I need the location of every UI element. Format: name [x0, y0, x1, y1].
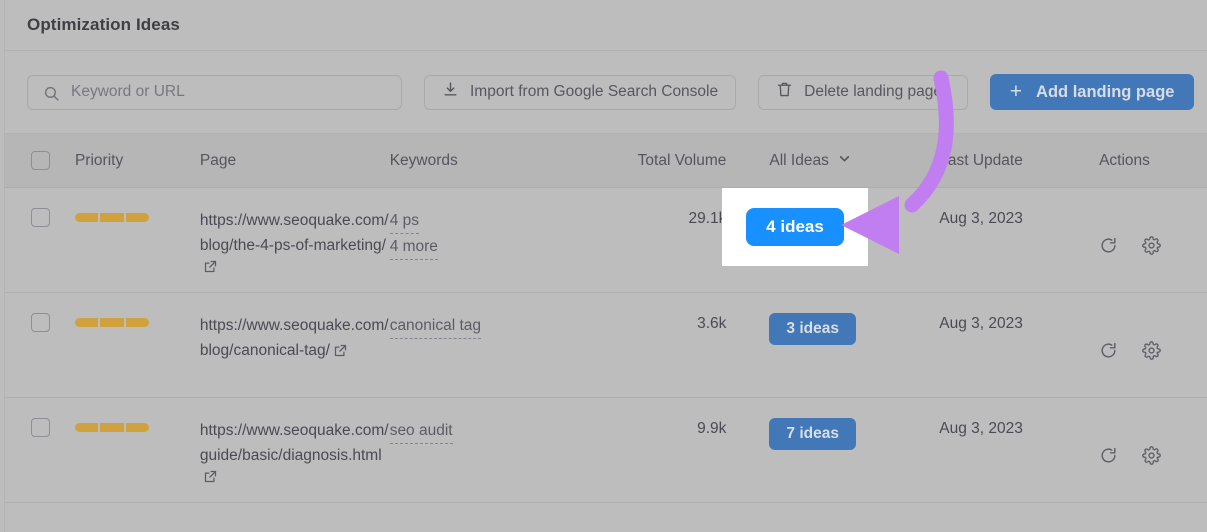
actions-cell	[1099, 418, 1207, 470]
optimization-ideas-card: Optimization Ideas Keyword or URL Import…	[4, 0, 1207, 532]
search-box[interactable]	[27, 74, 402, 110]
keywords-cell: 4 ps 4 more	[389, 208, 620, 260]
row-checkbox[interactable]	[31, 313, 50, 332]
ideas-cell: 3 ideas	[744, 313, 939, 345]
keywords-cell: seo audit	[389, 418, 620, 444]
last-update-cell: Aug 3, 2023	[939, 313, 1099, 335]
total-volume-value: 29.1k	[688, 210, 727, 227]
column-header-page: Page	[199, 151, 237, 169]
delete-landing-pages-label: Delete landing pages	[804, 83, 950, 100]
total-volume-cell: 9.9k	[619, 418, 744, 440]
total-volume-value: 9.9k	[697, 420, 727, 437]
row-select-cell	[5, 208, 75, 227]
import-from-gsc-label: Import from Google Search Console	[470, 83, 719, 100]
keyword-link[interactable]: 4 more	[389, 234, 438, 260]
row-checkbox[interactable]	[31, 418, 50, 437]
select-all-checkbox[interactable]	[31, 151, 50, 170]
keyword-link[interactable]: 4 ps	[389, 208, 419, 234]
table-body: https://www.seoquake.com/blog/the-4-ps-o…	[5, 188, 1207, 503]
priority-cell	[74, 418, 200, 432]
priority-bar	[74, 318, 200, 327]
select-all-cell	[5, 151, 75, 170]
row-checkbox[interactable]	[31, 208, 50, 227]
last-update-value: Aug 3, 2023	[939, 315, 1023, 332]
last-update-value: Aug 3, 2023	[939, 210, 1023, 227]
ideas-filter-label: All Ideas	[769, 151, 829, 169]
priority-bar	[74, 213, 200, 222]
keyword-link[interactable]: canonical tag	[389, 313, 482, 339]
page-cell: https://www.seoquake.com/blog/canonical-…	[200, 313, 390, 363]
refresh-icon[interactable]	[1099, 341, 1118, 365]
chevron-down-icon	[838, 152, 851, 170]
gear-icon[interactable]	[1142, 446, 1161, 470]
search-icon	[43, 85, 60, 102]
table-header-row: Priority Page Keywords Total Volume All …	[5, 134, 1207, 188]
highlight-spotlight: 4 ideas	[722, 188, 868, 266]
refresh-icon[interactable]	[1099, 236, 1118, 260]
table-row: https://www.seoquake.com/blog/the-4-ps-o…	[5, 188, 1207, 293]
external-link-icon[interactable]	[333, 343, 348, 363]
keywords-cell: canonical tag	[389, 313, 620, 339]
plus-icon: +	[1009, 79, 1023, 103]
gear-icon[interactable]	[1142, 236, 1161, 260]
optimization-ideas-screen: Optimization Ideas Keyword or URL Import…	[0, 0, 1207, 532]
ideas-badge[interactable]: 3 ideas	[769, 313, 856, 345]
total-volume-value: 3.6k	[697, 315, 727, 332]
column-header-actions: Actions	[1099, 151, 1150, 169]
actions-cell	[1099, 313, 1207, 365]
column-header-total-volume: Total Volume	[637, 151, 727, 169]
add-landing-page-label: Add landing page	[1036, 82, 1175, 101]
actions-cell	[1099, 208, 1207, 260]
last-update-cell: Aug 3, 2023	[939, 418, 1099, 440]
page-url[interactable]: https://www.seoquake.com/guide/basic/dia…	[200, 422, 389, 464]
external-link-icon[interactable]	[203, 259, 218, 279]
card-header: Optimization Ideas	[5, 0, 1207, 51]
page-cell: https://www.seoquake.com/blog/the-4-ps-o…	[200, 208, 390, 279]
row-select-cell	[5, 313, 75, 332]
ideas-badge-highlighted[interactable]: 4 ideas	[746, 208, 844, 246]
import-from-gsc-button[interactable]: Import from Google Search Console	[424, 74, 737, 110]
add-landing-page-button[interactable]: + Add landing page	[989, 74, 1195, 110]
priority-cell	[74, 208, 200, 222]
table-row: https://www.seoquake.com/blog/canonical-…	[5, 293, 1207, 398]
external-link-icon[interactable]	[203, 469, 218, 489]
column-header-keywords: Keywords	[389, 151, 458, 169]
column-header-ideas-filter[interactable]: All Ideas	[744, 152, 939, 170]
column-header-priority: Priority	[74, 151, 124, 169]
ideas-badge[interactable]: 7 ideas	[769, 418, 856, 450]
refresh-icon[interactable]	[1099, 446, 1118, 470]
page-cell: https://www.seoquake.com/guide/basic/dia…	[200, 418, 390, 489]
keyword-link[interactable]: seo audit	[389, 418, 453, 444]
total-volume-cell: 3.6k	[619, 313, 744, 335]
page-url[interactable]: https://www.seoquake.com/blog/the-4-ps-o…	[200, 212, 389, 254]
last-update-cell: Aug 3, 2023	[939, 208, 1099, 230]
gear-icon[interactable]	[1142, 341, 1161, 365]
table-row: https://www.seoquake.com/guide/basic/dia…	[5, 398, 1207, 503]
trash-icon	[776, 81, 793, 103]
search-input[interactable]	[28, 75, 401, 109]
toolbar: Import from Google Search Console Delete…	[5, 51, 1207, 134]
column-header-last-update: Last Update	[939, 151, 1023, 169]
page-title: Optimization Ideas	[27, 15, 180, 34]
ideas-cell: 7 ideas	[744, 418, 939, 450]
delete-landing-pages-button[interactable]: Delete landing pages	[758, 74, 968, 110]
last-update-value: Aug 3, 2023	[939, 420, 1023, 437]
page-url[interactable]: https://www.seoquake.com/blog/canonical-…	[200, 317, 389, 359]
row-select-cell	[5, 418, 75, 437]
priority-bar	[74, 423, 200, 432]
priority-cell	[74, 313, 200, 327]
download-icon	[442, 81, 459, 103]
